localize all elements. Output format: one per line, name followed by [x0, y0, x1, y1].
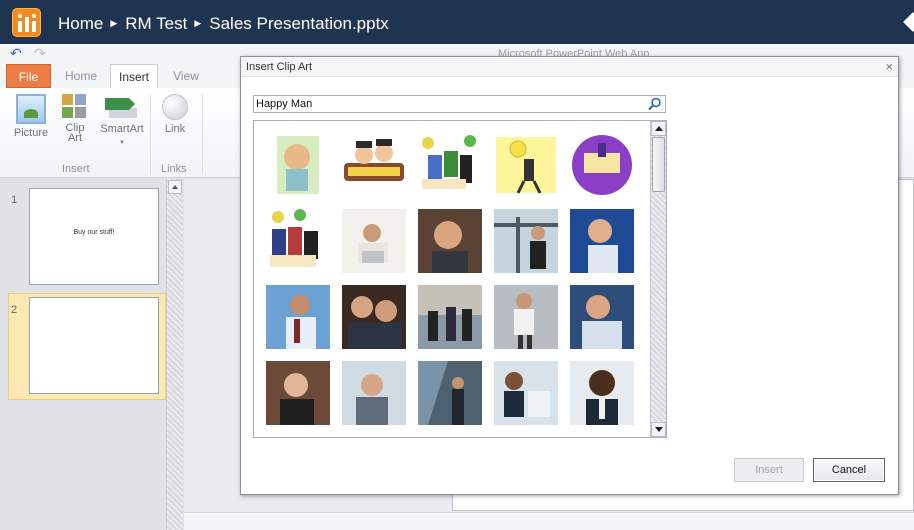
clip-art-image	[570, 285, 634, 349]
clip-art-icon	[62, 94, 88, 120]
cancel-button[interactable]: Cancel	[813, 458, 885, 482]
clip-art-image	[418, 285, 482, 349]
smartart-dropdown-icon[interactable]: ▼	[98, 137, 146, 149]
clip-art-results	[253, 120, 667, 438]
close-icon[interactable]: ×	[885, 59, 893, 74]
smartart-button[interactable]: SmartArt ▼	[98, 94, 146, 149]
results-scrollbar[interactable]	[650, 121, 666, 437]
clip-art-image	[496, 137, 556, 194]
clip-art-image	[266, 361, 330, 425]
clip-art-thumbnail-happy-thanksgiving-pilgrims[interactable]	[342, 133, 406, 197]
clip-art-image	[418, 209, 482, 273]
search-icon[interactable]	[648, 97, 662, 111]
clip-art-image	[570, 361, 634, 425]
clip-art-image	[266, 285, 330, 349]
clip-art-thumbnail-business-team-standing[interactable]	[418, 285, 482, 349]
tab-insert[interactable]: Insert	[110, 64, 158, 89]
link-icon	[162, 94, 188, 120]
clip-art-thumbnail-happy-retirement-office[interactable]	[266, 209, 330, 273]
clip-art-image	[342, 361, 406, 425]
slide-pane-scrollbar[interactable]	[166, 179, 183, 530]
redo-icon[interactable]: ↷	[34, 45, 46, 62]
clip-art-image	[344, 139, 404, 181]
picture-label: Picture	[13, 127, 49, 139]
picture-button[interactable]: Picture	[12, 94, 50, 139]
clip-art-image	[277, 136, 319, 194]
clip-art-image	[494, 285, 558, 349]
clip-art-image	[572, 135, 632, 195]
clip-art-thumbnail-business-meeting-laptop[interactable]	[342, 209, 406, 273]
clip-art-image	[418, 361, 482, 425]
clip-art-thumbnail-businessman-glass-building[interactable]	[418, 361, 482, 425]
slide-thumbnail-1[interactable]: Buy our stuff!	[29, 188, 159, 285]
clip-art-button[interactable]: Clip Art	[60, 94, 90, 144]
clip-art-search-box	[253, 95, 666, 113]
slide-thumbnail-pane: 1 Buy our stuff! 2	[0, 179, 166, 530]
edge-diamond-icon	[903, 12, 914, 32]
clip-art-image	[422, 135, 476, 189]
clip-art-image	[494, 209, 558, 273]
smartart-label: SmartArt	[100, 123, 144, 135]
tab-view[interactable]: View	[164, 64, 208, 88]
breadcrumb-document: Sales Presentation.pptx	[209, 13, 389, 33]
clip-art-thumbnail-businessman-walking[interactable]	[494, 285, 558, 349]
ribbon-divider	[202, 94, 203, 174]
clip-art-label: Clip Art	[65, 122, 85, 144]
breadcrumb-home[interactable]: Home	[58, 14, 103, 34]
clip-art-thumbnail-smiling-businesswoman[interactable]	[266, 361, 330, 425]
scroll-up-icon[interactable]	[168, 180, 182, 194]
scroll-up-icon[interactable]	[651, 121, 666, 136]
clip-art-thumbnail-businesswoman-phone[interactable]	[342, 361, 406, 425]
link-button[interactable]: Link	[160, 94, 190, 135]
clip-art-thumbnail-smiling-black-businessman[interactable]	[570, 361, 634, 425]
clip-art-thumbnail-happy-retirement-group[interactable]	[418, 133, 482, 197]
dialog-title-bar: Insert Clip Art ×	[241, 57, 898, 77]
slide-thumbnail-text: Buy our stuff!	[73, 229, 115, 236]
clip-art-thumbnail-businessman-on-phone[interactable]	[266, 285, 330, 349]
clip-art-image	[342, 209, 406, 273]
tab-home[interactable]: Home	[58, 64, 104, 88]
insert-button[interactable]: Insert	[734, 458, 804, 482]
clip-art-thumbnail-businessman-phone-call[interactable]	[570, 285, 634, 349]
clip-art-thumbnail-sun-man-flashlight[interactable]	[494, 133, 558, 197]
notes-bar	[184, 512, 914, 530]
scroll-down-icon[interactable]	[651, 422, 666, 437]
clip-art-thumbnail-bald-man-profile[interactable]	[266, 133, 330, 197]
clip-art-thumbnail-businessman-at-window[interactable]	[494, 209, 558, 273]
search-input[interactable]	[255, 97, 645, 111]
breadcrumb: Home ▶ RM Test ▶ Sales Presentation.pptx	[58, 13, 389, 34]
top-nav-bar: Home ▶ RM Test ▶ Sales Presentation.pptx	[0, 0, 914, 44]
ribbon-divider	[150, 94, 151, 174]
breadcrumb-separator-icon: ▶	[110, 18, 118, 29]
breadcrumb-separator-icon: ▶	[194, 18, 202, 29]
breadcrumb-rm-test[interactable]: RM Test	[125, 14, 187, 34]
link-label: Link	[164, 123, 186, 135]
clip-art-thumbnail-smiling-businessman-portrait[interactable]	[418, 209, 482, 273]
dialog-title: Insert Clip Art	[246, 61, 313, 73]
slide-number: 2	[11, 304, 18, 316]
clip-art-image	[494, 361, 558, 425]
slide-number: 1	[11, 194, 18, 206]
group-label-links: Links	[161, 163, 187, 175]
clip-art-image	[570, 209, 634, 273]
smartart-icon	[105, 94, 139, 120]
clip-art-image	[270, 209, 318, 267]
picture-icon	[16, 94, 46, 124]
scroll-thumb[interactable]	[652, 137, 665, 192]
clip-art-thumbnail-businessman-laughing[interactable]	[570, 209, 634, 273]
tab-file[interactable]: File	[6, 64, 51, 88]
undo-icon[interactable]: ↶	[10, 45, 22, 62]
clip-art-image	[342, 285, 406, 349]
clip-art-thumbnail-businessmen-handshake[interactable]	[494, 361, 558, 425]
sharepoint-logo-icon[interactable]	[12, 8, 41, 37]
slide-thumbnail-2[interactable]	[29, 297, 159, 394]
group-label-insert: Insert	[62, 163, 90, 175]
clip-art-thumbnail-smiling-men-pair[interactable]	[342, 285, 406, 349]
clip-art-thumbnail-million-dollar-check[interactable]	[570, 133, 634, 197]
insert-clip-art-dialog: Insert Clip Art × Insert Cancel	[240, 56, 899, 495]
